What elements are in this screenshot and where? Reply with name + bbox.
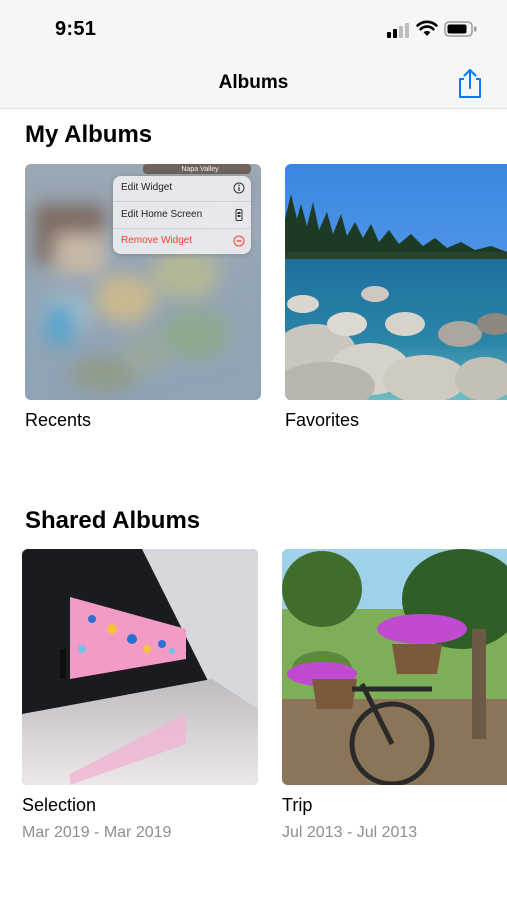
- album-title: Recents: [25, 410, 92, 430]
- share-icon[interactable]: [455, 67, 485, 99]
- album-thumbnail-selection: [22, 549, 258, 785]
- context-menu: Edit Widget Edit Home Screen Remove Widg: [113, 176, 251, 254]
- album-title: Favorites: [285, 410, 360, 430]
- flower-bicycle-photo: [282, 549, 507, 785]
- album-favorites[interactable]: Favorites: [285, 164, 507, 434]
- album-thumbnail-recents: Napa Valley Edit Widget Edit Home Screen: [25, 164, 261, 400]
- info-icon: [233, 182, 245, 194]
- album-date-range: Jul 2013 - Jul 2013: [282, 824, 418, 841]
- album-trip[interactable]: Trip Jul 2013 - Jul 2013: [282, 549, 507, 849]
- status-time: 9:51: [55, 18, 97, 40]
- menu-item-label: Remove Widget: [121, 235, 193, 246]
- album-title: Selection: [22, 795, 97, 815]
- my-albums-heading: My Albums: [25, 121, 153, 148]
- menu-divider: [113, 201, 251, 202]
- nav-title: Albums: [218, 72, 289, 93]
- status-bar: 9:51: [0, 0, 507, 58]
- navigation-bar: Albums: [0, 58, 507, 109]
- gallery-photo: [22, 549, 258, 785]
- wifi-icon: [416, 20, 438, 36]
- album-title: Trip: [282, 795, 313, 815]
- menu-item-label: Edit Home Screen: [121, 209, 203, 220]
- battery-icon: [444, 21, 477, 37]
- menu-item-edit-home-screen[interactable]: Edit Home Screen: [121, 203, 245, 227]
- menu-item-label: Edit Widget: [121, 182, 173, 193]
- album-recents[interactable]: Napa Valley Edit Widget Edit Home Screen: [25, 164, 261, 434]
- menu-item-edit-widget[interactable]: Edit Widget: [121, 176, 245, 200]
- album-date-range: Mar 2019 - Mar 2019: [22, 824, 172, 841]
- widget-label: Napa Valley: [181, 166, 219, 173]
- album-thumbnail-favorites: [285, 164, 507, 400]
- lake-photo: [285, 164, 507, 400]
- album-thumbnail-trip: [282, 549, 507, 785]
- cellular-signal-icon: [387, 23, 409, 38]
- phone-apps-icon: [235, 209, 243, 221]
- album-selection[interactable]: Selection Mar 2019 - Mar 2019: [22, 549, 258, 849]
- menu-item-remove-widget[interactable]: Remove Widget: [121, 229, 245, 253]
- shared-albums-heading: Shared Albums: [25, 507, 201, 534]
- remove-icon: [233, 235, 245, 247]
